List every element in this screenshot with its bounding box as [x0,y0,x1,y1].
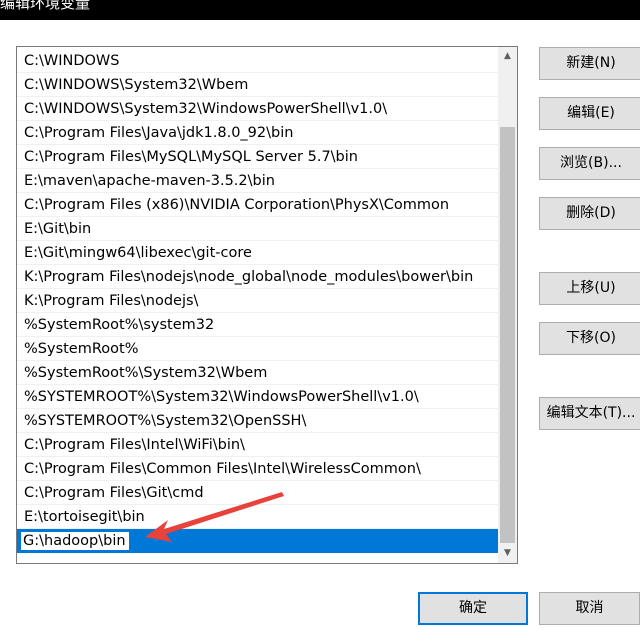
list-item[interactable]: C:\WINDOWS [17,49,498,73]
list-item-editing[interactable]: G:\hadoop\bin [17,529,498,553]
path-list[interactable]: C:\WINDOWS C:\WINDOWS\System32\Wbem C:\WIN… [16,46,518,564]
list-item[interactable]: %SYSTEMROOT%\System32\OpenSSH\ [17,409,498,433]
delete-button[interactable]: 删除(D) [539,197,640,230]
browse-button[interactable]: 浏览(B)... [539,147,640,180]
list-item[interactable]: C:\WINDOWS\System32\Wbem [17,73,498,97]
list-item[interactable]: C:\WINDOWS\System32\WindowsPowerShell\v1… [17,97,498,121]
list-item[interactable]: %SystemRoot% [17,337,498,361]
ok-button[interactable]: 确定 [418,592,528,625]
move-up-button[interactable]: 上移(U) [539,272,640,305]
list-item[interactable]: K:\Program Files\nodejs\ [17,289,498,313]
list-item[interactable]: %SystemRoot%\System32\Wbem [17,361,498,385]
scrollbar-thumb[interactable] [500,127,515,543]
path-edit-input[interactable]: G:\hadoop\bin [20,531,130,551]
list-item[interactable]: E:\tortoisegit\bin [17,505,498,529]
list-item[interactable]: C:\Program Files\Java\jdk1.8.0_92\bin [17,121,498,145]
list-item[interactable]: E:\Git\mingw64\libexec\git-core [17,241,498,265]
list-item[interactable]: C:\Program Files\Common Files\Intel\Wire… [17,457,498,481]
list-item[interactable]: E:\Git\bin [17,217,498,241]
vertical-scrollbar[interactable]: ▲ ▼ [498,47,517,563]
window-title: 编辑环境变量 [0,0,91,12]
list-item[interactable]: %SYSTEMROOT%\System32\WindowsPowerShell\… [17,385,498,409]
list-item[interactable]: C:\Program Files\MySQL\MySQL Server 5.7\… [17,145,498,169]
list-item[interactable]: C:\Program Files\Intel\WiFi\bin\ [17,433,498,457]
move-down-button[interactable]: 下移(O) [539,322,640,355]
list-item[interactable]: E:\maven\apache-maven-3.5.2\bin [17,169,498,193]
scroll-down-icon[interactable]: ▼ [498,544,517,563]
edit-button[interactable]: 编辑(E) [539,97,640,130]
new-button[interactable]: 新建(N) [539,47,640,80]
path-list-items: C:\WINDOWS C:\WINDOWS\System32\Wbem C:\WIN… [17,49,498,553]
list-item[interactable]: C:\Program Files (x86)\NVIDIA Corporatio… [17,193,498,217]
list-item[interactable]: C:\Program Files\Git\cmd [17,481,498,505]
cancel-button[interactable]: 取消 [539,592,640,625]
scroll-up-icon[interactable]: ▲ [498,47,517,66]
list-item[interactable]: %SystemRoot%\system32 [17,313,498,337]
list-item[interactable]: K:\Program Files\nodejs\node_global\node… [17,265,498,289]
edit-text-button[interactable]: 编辑文本(T)... [539,397,640,430]
title-bar: 编辑环境变量 [0,0,640,20]
